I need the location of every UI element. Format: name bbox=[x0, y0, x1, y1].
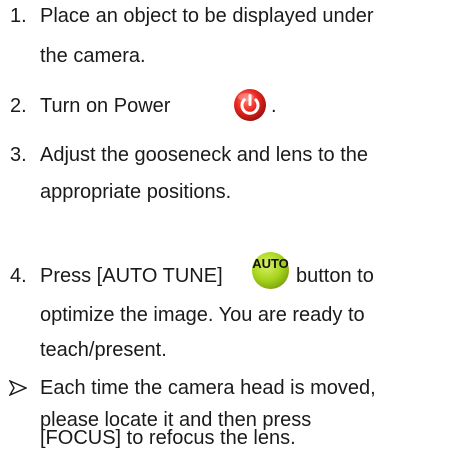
auto-button-icon: AUTO bbox=[252, 252, 289, 289]
instructions-document: 1. Place an object to be displayed under… bbox=[0, 0, 458, 450]
step-1-number: 1. bbox=[10, 5, 27, 27]
arrow-bullet-icon bbox=[9, 380, 27, 396]
step-2-number: 2. bbox=[10, 95, 27, 117]
step-4-text-after: button to bbox=[296, 265, 374, 287]
step-3-number: 3. bbox=[10, 144, 27, 166]
step-3-line-2: appropriate positions. bbox=[40, 181, 232, 203]
power-button-icon bbox=[234, 89, 266, 121]
step-3-line-1: Adjust the gooseneck and lens to the bbox=[40, 144, 369, 166]
step-4-text: Press [AUTO TUNE] bbox=[40, 265, 223, 287]
auto-icon-label: AUTO bbox=[252, 256, 289, 271]
step-2-text: Turn on Power bbox=[40, 95, 171, 117]
step-4-number: 4. bbox=[10, 265, 27, 287]
step-2-period: . bbox=[271, 95, 277, 117]
step-4-line-3: teach/present. bbox=[40, 339, 167, 361]
step-1-line-1: Place an object to be displayed under bbox=[40, 5, 374, 27]
note-line-1: Each time the camera head is moved, bbox=[40, 377, 376, 399]
step-1-line-2: the camera. bbox=[40, 45, 146, 67]
note-line-3: [FOCUS] to refocus the lens. bbox=[40, 427, 296, 449]
step-4-line-2: optimize the image. You are ready to bbox=[40, 304, 365, 326]
